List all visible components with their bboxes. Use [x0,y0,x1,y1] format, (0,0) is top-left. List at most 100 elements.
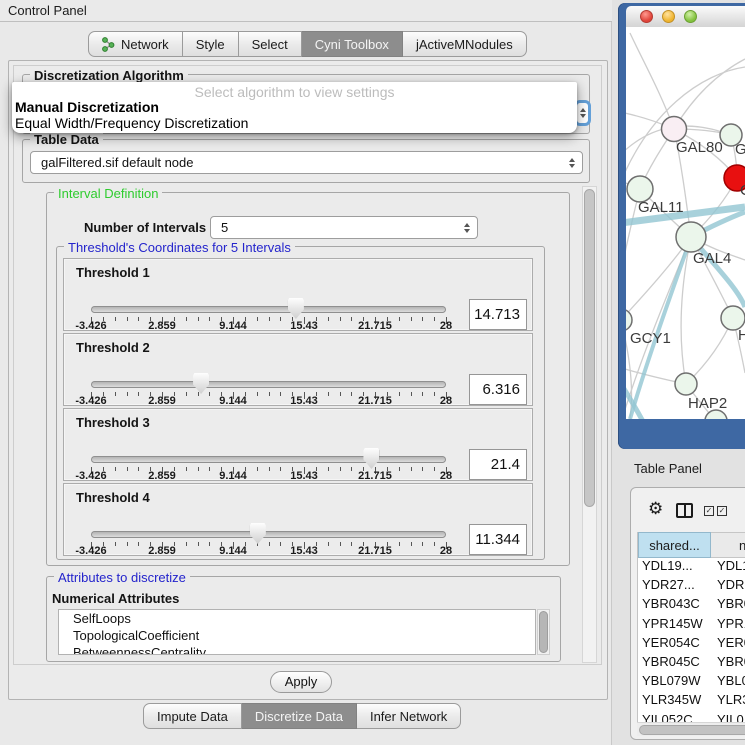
slider-tick [280,317,281,321]
attributes-list-scrollbar[interactable] [537,609,550,655]
scrollbar-thumb[interactable] [539,611,548,653]
tab-style[interactable]: Style [183,31,239,57]
table-row[interactable]: YER054CYER0 [638,635,745,654]
attribute-list-item[interactable]: TopologicalCoefficient [59,627,535,644]
dropdown-item-manual-discretization[interactable]: Manual Discretization [15,99,159,115]
network-node[interactable] [626,309,632,331]
slider-tick-label: 9.144 [219,395,247,407]
cell-shared-name[interactable]: YDL19... [638,558,711,577]
slider-tick [434,467,435,471]
slider-track[interactable] [91,306,446,313]
cell-shared-name[interactable]: YBR045C [638,654,711,673]
tab-select[interactable]: Select [239,31,302,57]
attribute-list-item[interactable]: SelfLoops [59,610,535,627]
cell-shared-name[interactable]: YER054C [638,635,711,654]
cell-name[interactable]: YIL0 [711,712,745,722]
tab-discretize-data[interactable]: Discretize Data [242,703,357,729]
slider-tick [351,392,352,396]
slider-track[interactable] [91,531,446,538]
checkbox-icon[interactable] [717,506,727,516]
slider-tick [198,392,199,396]
attribute-list-item[interactable]: BetweennessCentrality [59,644,535,655]
cell-name[interactable]: YPR1 [711,616,745,635]
network-canvas[interactable]: GAL80GACGAL11GAL4GCY1HHAP2 [626,27,745,419]
slider-tick [269,542,270,546]
slider-track[interactable] [91,456,446,463]
cell-shared-name[interactable]: YPR145W [638,616,711,635]
slider-tick [186,392,187,396]
slider-handle[interactable] [288,298,304,319]
slider-tick [115,467,116,471]
gear-icon[interactable] [648,499,663,519]
cell-name[interactable]: YLR3 [711,692,745,711]
slider-handle[interactable] [363,448,379,469]
cell-name[interactable]: YER0 [711,635,745,654]
apply-button[interactable]: Apply [270,671,332,693]
cell-shared-name[interactable]: YIL052C [638,712,711,722]
stepper-icon [569,158,575,168]
slider-tick [411,392,412,396]
cell-shared-name[interactable]: YDR27... [638,577,711,596]
network-window-titlebar[interactable] [626,6,745,27]
slider-tick [328,317,329,321]
tab-impute-data[interactable]: Impute Data [143,703,242,729]
slider-tick [340,467,341,471]
table-row[interactable]: YBR045CYBR0 [638,654,745,673]
cell-shared-name[interactable]: YLR345W [638,692,711,711]
scrollbar-thumb[interactable] [639,725,745,735]
slider-tick-label: 9.144 [219,470,247,482]
network-node[interactable] [662,117,687,142]
table-data-selected: galFiltered.sif default node [41,155,193,170]
close-traffic-light[interactable] [640,10,653,23]
threshold-value-field[interactable]: 21.4 [469,449,527,480]
threshold-value-field[interactable]: 14.713 [469,299,527,330]
slider-handle[interactable] [193,373,209,394]
checkbox-icon[interactable] [704,506,714,516]
column-header-shared-name[interactable]: shared... [638,532,711,558]
network-edge[interactable] [630,33,674,129]
table-row[interactable]: YPR145WYPR1 [638,616,745,635]
table-row[interactable]: YDR27...YDR2 [638,577,745,596]
cell-name[interactable]: YBR0 [711,596,745,615]
slider-track[interactable] [91,381,446,388]
network-view-window[interactable]: GAL80GACGAL11GAL4GCY1HHAP2 [618,3,745,449]
slider-tick-label: 21.715 [358,545,392,557]
table-row[interactable]: YBL079WYBL0 [638,673,745,692]
column-split-icon[interactable] [676,503,693,518]
tab-network[interactable]: Network [88,31,183,57]
network-node[interactable] [675,373,697,395]
network-node[interactable] [676,222,706,252]
tab-jactivemnodules[interactable]: jActiveMNodules [403,31,527,57]
stepper-icon [464,223,470,233]
cell-shared-name[interactable]: YBR043C [638,596,711,615]
minimize-traffic-light[interactable] [662,10,675,23]
table-row[interactable]: YBR043CYBR0 [638,596,745,615]
cell-name[interactable]: YDR2 [711,577,745,596]
tab-cyni-toolbox[interactable]: Cyni Toolbox [302,31,403,57]
cell-name[interactable]: YBR0 [711,654,745,673]
tab-infer-network[interactable]: Infer Network [357,703,461,729]
threshold-value-field[interactable]: 6.316 [469,374,527,405]
cell-shared-name[interactable]: YBL079W [638,673,711,692]
table-row[interactable]: YDL19...YDL1 [638,558,745,577]
slider-handle[interactable] [250,523,266,544]
table-row[interactable]: YIL052CYIL0 [638,712,745,722]
number-of-intervals-combobox[interactable]: 5 [210,216,478,239]
network-node-label: GAL80 [676,139,723,156]
attributes-list[interactable]: SelfLoopsTopologicalCoefficientBetweenne… [58,609,536,655]
cell-name[interactable]: YDL1 [711,558,745,577]
table-data-combobox[interactable]: galFiltered.sif default node [30,151,583,174]
zoom-traffic-light[interactable] [684,10,697,23]
table-row[interactable]: YLR345WYLR3 [638,692,745,711]
dropdown-item-equal-width-frequency[interactable]: Equal Width/Frequency Discretization [15,115,248,131]
panel-vertical-scrollbar[interactable] [582,186,597,663]
slider-tick [186,467,187,471]
column-header-name[interactable]: n [711,532,745,558]
slider-tick [269,317,270,321]
table-horizontal-scrollbar[interactable] [637,722,745,736]
cell-name[interactable]: YBL0 [711,673,745,692]
slider-tick-label: 15.43 [290,470,318,482]
scrollbar-thumb[interactable] [584,189,595,507]
slider-tick [115,317,116,321]
threshold-value-field[interactable]: 11.344 [469,524,527,555]
